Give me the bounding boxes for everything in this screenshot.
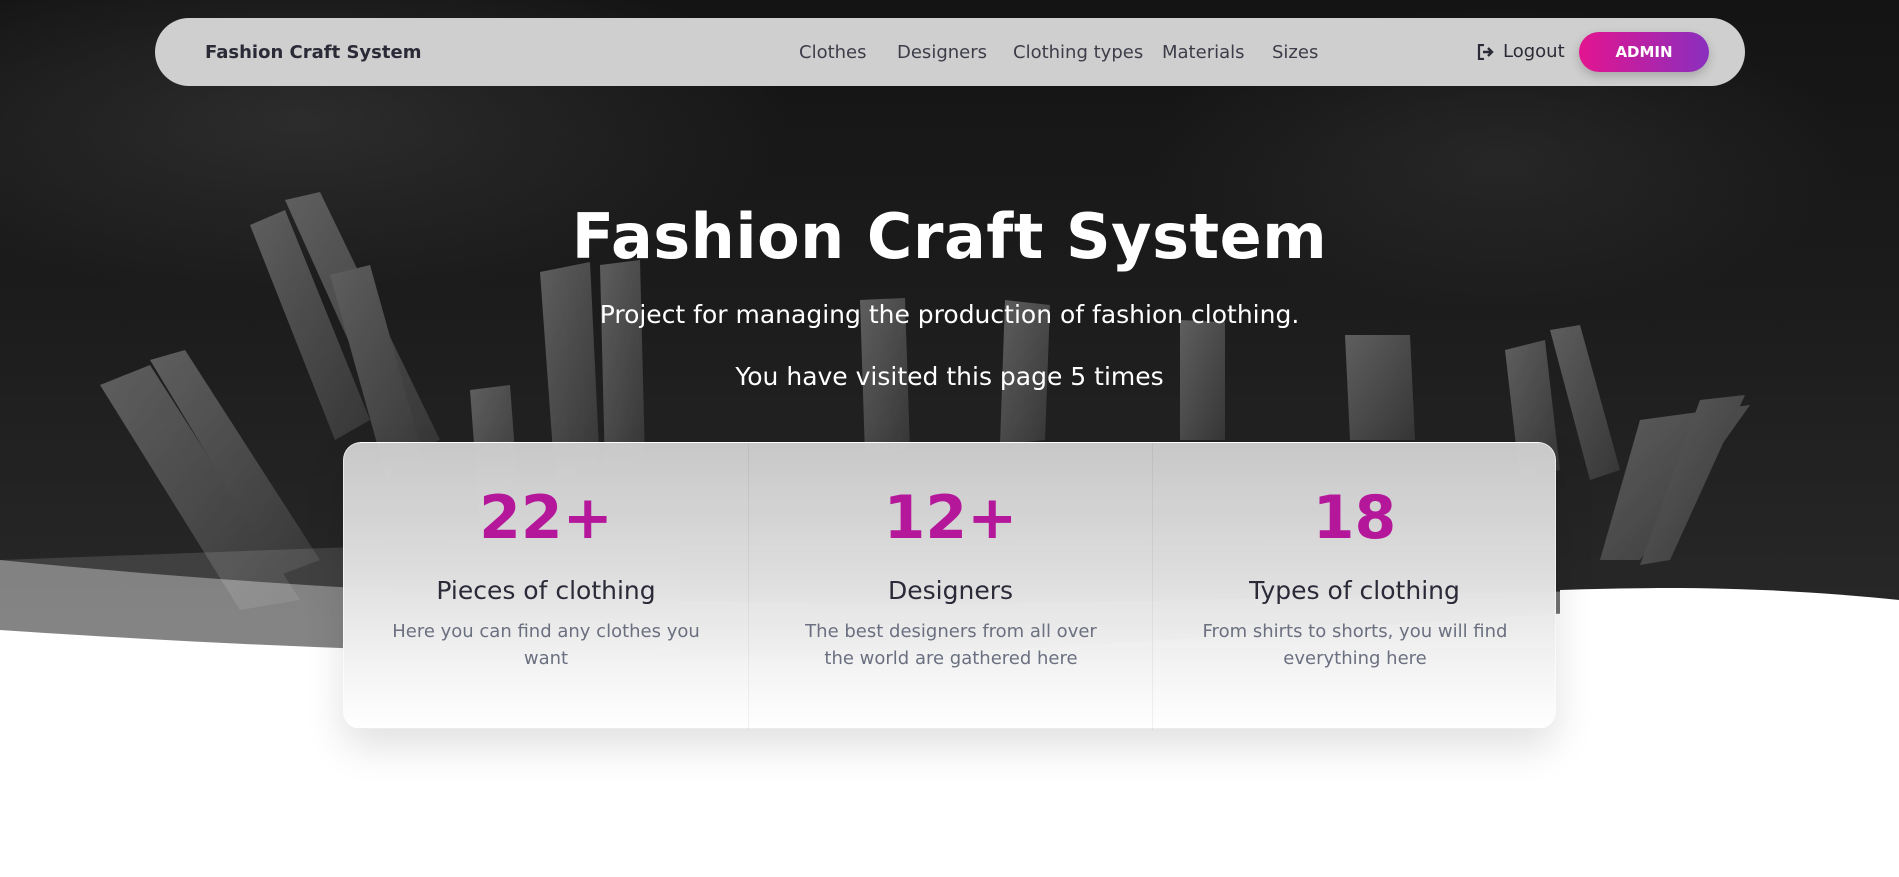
- nav-link-designers[interactable]: Designers: [897, 42, 987, 63]
- stat-designers: 12+ Designers The best designers from al…: [748, 443, 1152, 730]
- stats-card: 22+ Pieces of clothing Here you can find…: [343, 442, 1556, 730]
- logout-label: Logout: [1503, 41, 1565, 62]
- stat-description: The best designers from all over the wor…: [805, 621, 1097, 669]
- stat-value: 12+: [883, 483, 1018, 553]
- stat-description: Here you can find any clothes you want: [392, 621, 700, 669]
- stat-description: From shirts to shorts, you will find eve…: [1202, 621, 1508, 669]
- nav-link-materials[interactable]: Materials: [1162, 42, 1245, 63]
- stat-title: Types of clothing: [1249, 576, 1460, 605]
- stat-value: 22+: [479, 483, 613, 553]
- stat-value: 18: [1312, 483, 1397, 553]
- stat-title: Designers: [888, 576, 1013, 605]
- nav-link-clothes[interactable]: Clothes: [799, 42, 867, 63]
- hero-subtitle: Project for managing the production of f…: [599, 300, 1300, 329]
- hero-title: Fashion Craft System: [571, 200, 1328, 273]
- nav-link-sizes[interactable]: Sizes: [1272, 42, 1318, 63]
- nav-link-clothing-types[interactable]: Clothing types: [1013, 42, 1143, 63]
- stat-clothes: 22+ Pieces of clothing Here you can find…: [344, 443, 748, 730]
- stat-title: Pieces of clothing: [436, 576, 656, 605]
- admin-button[interactable]: ADMIN: [1579, 32, 1709, 72]
- sign-out-icon: [1477, 43, 1494, 60]
- logout-link[interactable]: Logout: [1477, 41, 1565, 62]
- brand-link[interactable]: Fashion Craft System: [205, 42, 421, 63]
- stat-clothing-types: 18 Types of clothing From shirts to shor…: [1152, 443, 1556, 730]
- visit-counter: You have visited this page 5 times: [735, 362, 1164, 391]
- navbar: Fashion Craft System Clothes Designers C…: [155, 18, 1745, 86]
